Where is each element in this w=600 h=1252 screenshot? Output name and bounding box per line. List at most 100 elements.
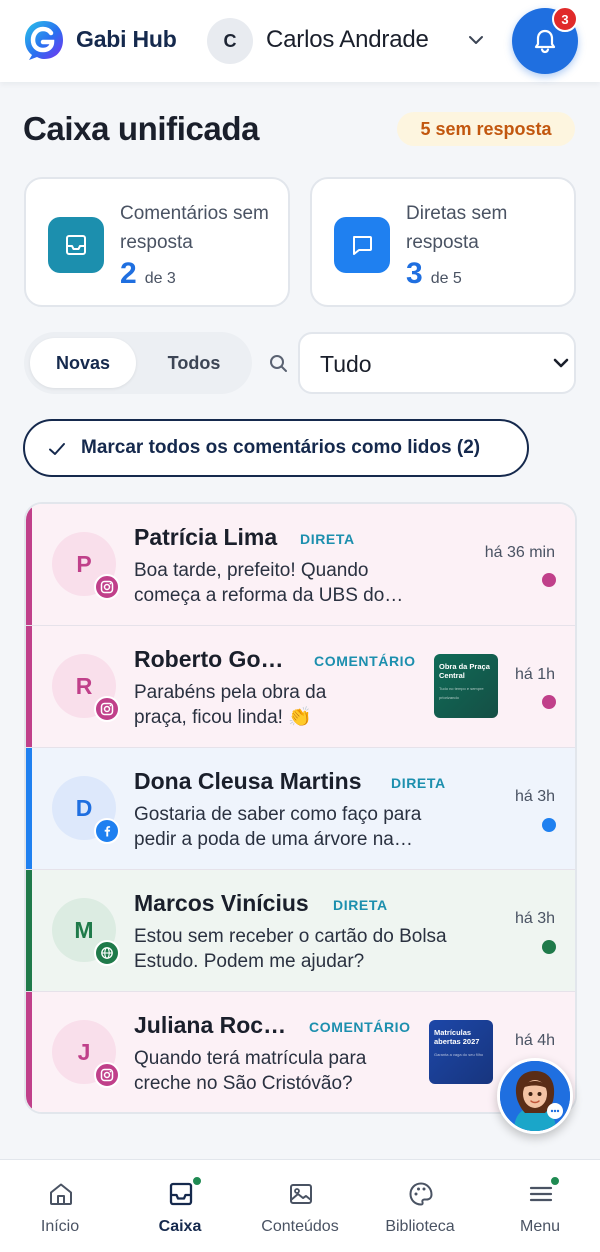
message-preview: Gostaria de saber como faço para pedir a…: [134, 802, 421, 852]
message-type-label: DIRETA: [391, 775, 446, 791]
inbox-icon: [48, 217, 104, 273]
check-icon: [49, 443, 65, 455]
top-bar: Gabi Hub C Carlos Andrade 3: [0, 0, 600, 82]
stat-count: 2 de 3: [120, 257, 176, 291]
sender-name: Juliana Roc…: [134, 1012, 287, 1038]
assistant-chat-button[interactable]: [497, 1058, 573, 1134]
type-filter-select[interactable]: Tudo: [298, 332, 576, 394]
message-line: praça, ficou linda! 👏: [134, 707, 312, 728]
list-item[interactable]: P Patrícia Lima DIRETA Boa tarde, prefei…: [26, 504, 575, 626]
list-item[interactable]: D Dona Cleusa Martins DIRETA Gostaria de…: [26, 748, 575, 870]
post-thumbnail[interactable]: Obra da Praça Central Tudo no tempo e se…: [434, 654, 498, 718]
brand-name: Gabi Hub: [76, 26, 177, 52]
thumbnail-subtitle: Garanta a vaga do seu filho: [434, 1052, 484, 1057]
message-preview: Parabéns pela obra da praça, ficou linda…: [134, 680, 326, 730]
sender-name: Patrícia Lima: [134, 524, 278, 550]
row-accent: [26, 748, 32, 869]
nav-notification-dot: [550, 1176, 560, 1186]
unanswered-badge: 5 sem resposta: [397, 112, 575, 146]
row-accent: [26, 870, 32, 991]
type-filter-value: Tudo: [320, 351, 372, 377]
search-icon[interactable]: [268, 353, 290, 375]
post-thumbnail[interactable]: Matrículas abertas 2027 Garanta a vaga d…: [429, 1020, 493, 1084]
sender-name: Roberto Go…: [134, 646, 284, 672]
gabi-hub-logo-icon[interactable]: [23, 19, 65, 61]
notifications-count-badge: 3: [552, 6, 578, 32]
assistant-avatar-icon: [500, 1061, 570, 1131]
message-type-label: DIRETA: [300, 531, 355, 547]
status-tabs: Novas Todos: [24, 332, 252, 394]
message-line: Quando terá matrícula para: [134, 1048, 367, 1069]
nav-label: Menu: [519, 1218, 561, 1235]
stat-label: Comentários sem resposta: [120, 203, 269, 253]
stat-count-value: 2: [120, 257, 137, 290]
inbox-icon: [169, 1182, 193, 1206]
message-type-label: COMENTÁRIO: [309, 1019, 411, 1035]
nav-inicio[interactable]: Início: [0, 1160, 120, 1252]
home-icon: [50, 1183, 72, 1205]
unread-dot: [542, 940, 556, 954]
message-line: Estou sem receber o cartão do Bolsa: [134, 926, 447, 947]
unread-dot: [542, 818, 556, 832]
message-time: há 1h: [514, 666, 555, 683]
palette-icon: [409, 1182, 433, 1206]
list-item[interactable]: R Roberto Go… COMENTÁRIO Parabéns pela o…: [26, 626, 575, 748]
nav-label: Conteúdos: [261, 1218, 339, 1235]
globe-icon: [94, 940, 120, 966]
stat-count-total: de 3: [144, 270, 176, 287]
stat-count-total: de 5: [430, 270, 462, 287]
bell-icon: [534, 29, 556, 54]
list-item[interactable]: M Marcos Vinícius DIRETA Estou sem receb…: [26, 870, 575, 992]
list-item[interactable]: J Juliana Roc… COMENTÁRIO Quando terá ma…: [26, 992, 575, 1112]
user-name[interactable]: Carlos Andrade: [266, 26, 429, 54]
stat-count: 3 de 5: [406, 257, 462, 291]
chevron-down-icon[interactable]: [466, 30, 486, 50]
tab-todos[interactable]: Todos: [142, 338, 246, 388]
message-time: há 3h: [514, 910, 555, 927]
message-preview: Quando terá matrícula para creche no São…: [134, 1046, 366, 1096]
nav-notification-dot: [192, 1176, 202, 1186]
nav-conteudos[interactable]: Conteúdos: [240, 1160, 360, 1252]
message-preview: Estou sem receber o cartão do Bolsa Estu…: [134, 924, 447, 974]
facebook-icon: [94, 818, 120, 844]
instagram-icon: [94, 1062, 120, 1088]
stat-card-directs[interactable]: Diretas sem resposta 3 de 5: [310, 177, 576, 307]
mark-all-read-button[interactable]: Marcar todos os comentários como lidos (…: [23, 419, 529, 477]
instagram-icon: [94, 574, 120, 600]
row-accent: [26, 992, 32, 1112]
message-preview: Boa tarde, prefeito! Quando começa a ref…: [134, 558, 403, 608]
bottom-navigation: Início Caixa Conteúdos Biblioteca Menu: [0, 1159, 600, 1252]
sender-name: Dona Cleusa Martins: [134, 768, 362, 794]
user-avatar[interactable]: C: [207, 18, 253, 64]
nav-label: Início: [40, 1218, 80, 1235]
nav-biblioteca[interactable]: Biblioteca: [360, 1160, 480, 1252]
nav-menu[interactable]: Menu: [480, 1160, 600, 1252]
message-list: P Patrícia Lima DIRETA Boa tarde, prefei…: [24, 502, 577, 1114]
nav-label: Biblioteca: [385, 1218, 455, 1235]
message-time: há 36 min: [484, 544, 555, 561]
stat-count-value: 3: [406, 257, 423, 290]
thumbnail-subtitle: Tudo no tempo e sempre priorizando: [439, 686, 484, 700]
message-line: Gostaria de saber como faço para: [134, 804, 422, 825]
message-line: Boa tarde, prefeito! Quando: [134, 560, 369, 581]
message-type-label: DIRETA: [333, 897, 388, 913]
message-time: há 4h: [514, 1032, 555, 1049]
message-time: há 3h: [514, 788, 555, 805]
nav-label: Caixa: [158, 1218, 202, 1235]
unread-dot: [542, 695, 556, 709]
image-icon: [290, 1184, 312, 1204]
tab-novas[interactable]: Novas: [30, 338, 136, 388]
unread-dot: [542, 573, 556, 587]
sender-name: Marcos Vinícius: [134, 890, 309, 916]
mark-all-read-label: Marcar todos os comentários como lidos (…: [81, 437, 481, 458]
stat-card-comments[interactable]: Comentários sem resposta 2 de 3: [24, 177, 290, 307]
message-type-label: COMENTÁRIO: [314, 653, 416, 669]
row-accent: [26, 626, 32, 747]
thumbnail-title: Obra da Praça Central: [439, 662, 490, 680]
nav-caixa[interactable]: Caixa: [120, 1160, 240, 1252]
message-line: pedir a poda de uma árvore na…: [134, 829, 413, 850]
row-accent: [26, 504, 32, 625]
stat-label: Diretas sem resposta: [406, 203, 508, 253]
chat-bubble-icon: [334, 217, 390, 273]
message-line: começa a reforma da UBS do…: [134, 585, 404, 606]
